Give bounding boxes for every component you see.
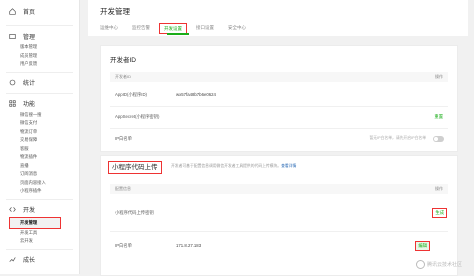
sidebar-item-page-content[interactable]: 页面内容接入: [0, 179, 79, 188]
tab-security[interactable]: 安全中心: [228, 23, 246, 34]
sidebar-group-manage[interactable]: 管理: [0, 29, 79, 43]
folder-icon: [9, 33, 16, 39]
appid-row: AppID(小程序ID) wx57fa48b7b6e0624: [110, 84, 448, 107]
watermark: 腾讯云技术社区: [415, 260, 462, 269]
sidebar-home-label: 首页: [23, 9, 36, 16]
code-icon: [9, 207, 16, 212]
upload-key-row: 小程序代码上传密钥 生成: [110, 196, 448, 232]
sidebar-item-dev-manage[interactable]: 开发管理: [9, 216, 61, 229]
ip-whitelist-row: IP白名单 暂无IP白名单，请先开启IP白名单: [110, 128, 448, 150]
tab-monitor[interactable]: 监控告警: [132, 23, 150, 34]
ip-whitelist-toggle[interactable]: [433, 135, 444, 142]
upload-ip-row: IP白名单 171.8.27.183 编辑: [110, 232, 448, 262]
page-title: 开发管理: [100, 7, 130, 16]
sidebar-item-plugins[interactable]: 小程序插件: [0, 187, 79, 196]
home-icon: [9, 7, 16, 15]
sidebar-item-subscribe[interactable]: 订阅消息: [0, 170, 79, 179]
growth-icon: [9, 257, 16, 262]
sidebar-group-features[interactable]: 功能: [0, 97, 79, 111]
sidebar-item-members[interactable]: 成员管理: [0, 52, 79, 61]
code-upload-description: 开发者可基于配置信息调用微信开发者工具提供的代码上传模块。查看详情: [171, 164, 297, 168]
generate-key-button[interactable]: 生成: [432, 208, 447, 218]
tab-api-settings[interactable]: 接口设置: [196, 23, 214, 34]
sidebar-item-cloud-dev[interactable]: 云开发: [0, 237, 79, 246]
upload-header-row: 配置信息 操作: [110, 184, 448, 194]
details-link[interactable]: 查看详情: [281, 164, 296, 168]
sidebar-item-customer-service[interactable]: 客服: [0, 145, 79, 154]
sidebar-item-home[interactable]: 首页: [0, 0, 79, 22]
appid-value: wx57fa48b7b6e0624: [176, 92, 216, 97]
sidebar-item-logistics-order[interactable]: 物流订单: [0, 128, 79, 137]
code-upload-title: 小程序代码上传: [108, 161, 162, 174]
sidebar-item-feedback[interactable]: 用户反馈: [0, 60, 79, 69]
sidebar-item-version[interactable]: 版本管理: [0, 43, 79, 52]
sidebar-item-dev-tools[interactable]: 开发工具: [0, 229, 79, 238]
edit-ip-button[interactable]: 编辑: [415, 241, 430, 251]
sidebar-group-dev[interactable]: 开发: [0, 203, 79, 217]
upload-ip-value: 171.8.27.183: [176, 243, 202, 248]
sidebar-item-search[interactable]: 微信搜一搜: [0, 111, 79, 120]
active-tab-indicator: [167, 33, 189, 35]
grid-icon: [9, 100, 16, 107]
sidebar-item-live[interactable]: 直播: [0, 162, 79, 171]
code-upload-card: 小程序代码上传 开发者可基于配置信息调用微信开发者工具提供的代码上传模块。查看详…: [100, 155, 458, 276]
page-header: 开发管理 运维中心 监控告警 开发设置 接口设置 安全中心: [88, 0, 468, 36]
cloud-logo-icon: [415, 260, 425, 269]
sidebar: 首页 管理 版本管理 成员管理 用户反馈 统计 功能 微信搜一搜 微信支付 物流…: [0, 0, 80, 274]
sidebar-group-growth[interactable]: 成长: [0, 253, 79, 267]
reset-secret-link[interactable]: 重置: [434, 114, 443, 120]
developer-id-card: 开发者ID 开发者ID 操作 AppID(小程序ID) wx57fa48b7b6…: [100, 45, 458, 152]
main-content: 开发管理 运维中心 监控告警 开发设置 接口设置 安全中心 开发者ID 开发者I…: [88, 0, 468, 276]
tab-ops-center[interactable]: 运维中心: [100, 23, 118, 34]
sidebar-item-pay[interactable]: 微信支付: [0, 119, 79, 128]
sidebar-group-stats[interactable]: 统计: [0, 76, 79, 90]
developer-id-header-row: 开发者ID 操作: [110, 72, 448, 82]
sidebar-item-trade-guarantee[interactable]: 交易保障: [0, 136, 79, 145]
appsecret-row: AppSecret(小程序密钥) 重置: [110, 106, 448, 129]
sidebar-item-logistics-plugin[interactable]: 物流插件: [0, 153, 79, 162]
chart-icon: [9, 79, 16, 86]
developer-id-title: 开发者ID: [110, 57, 136, 64]
